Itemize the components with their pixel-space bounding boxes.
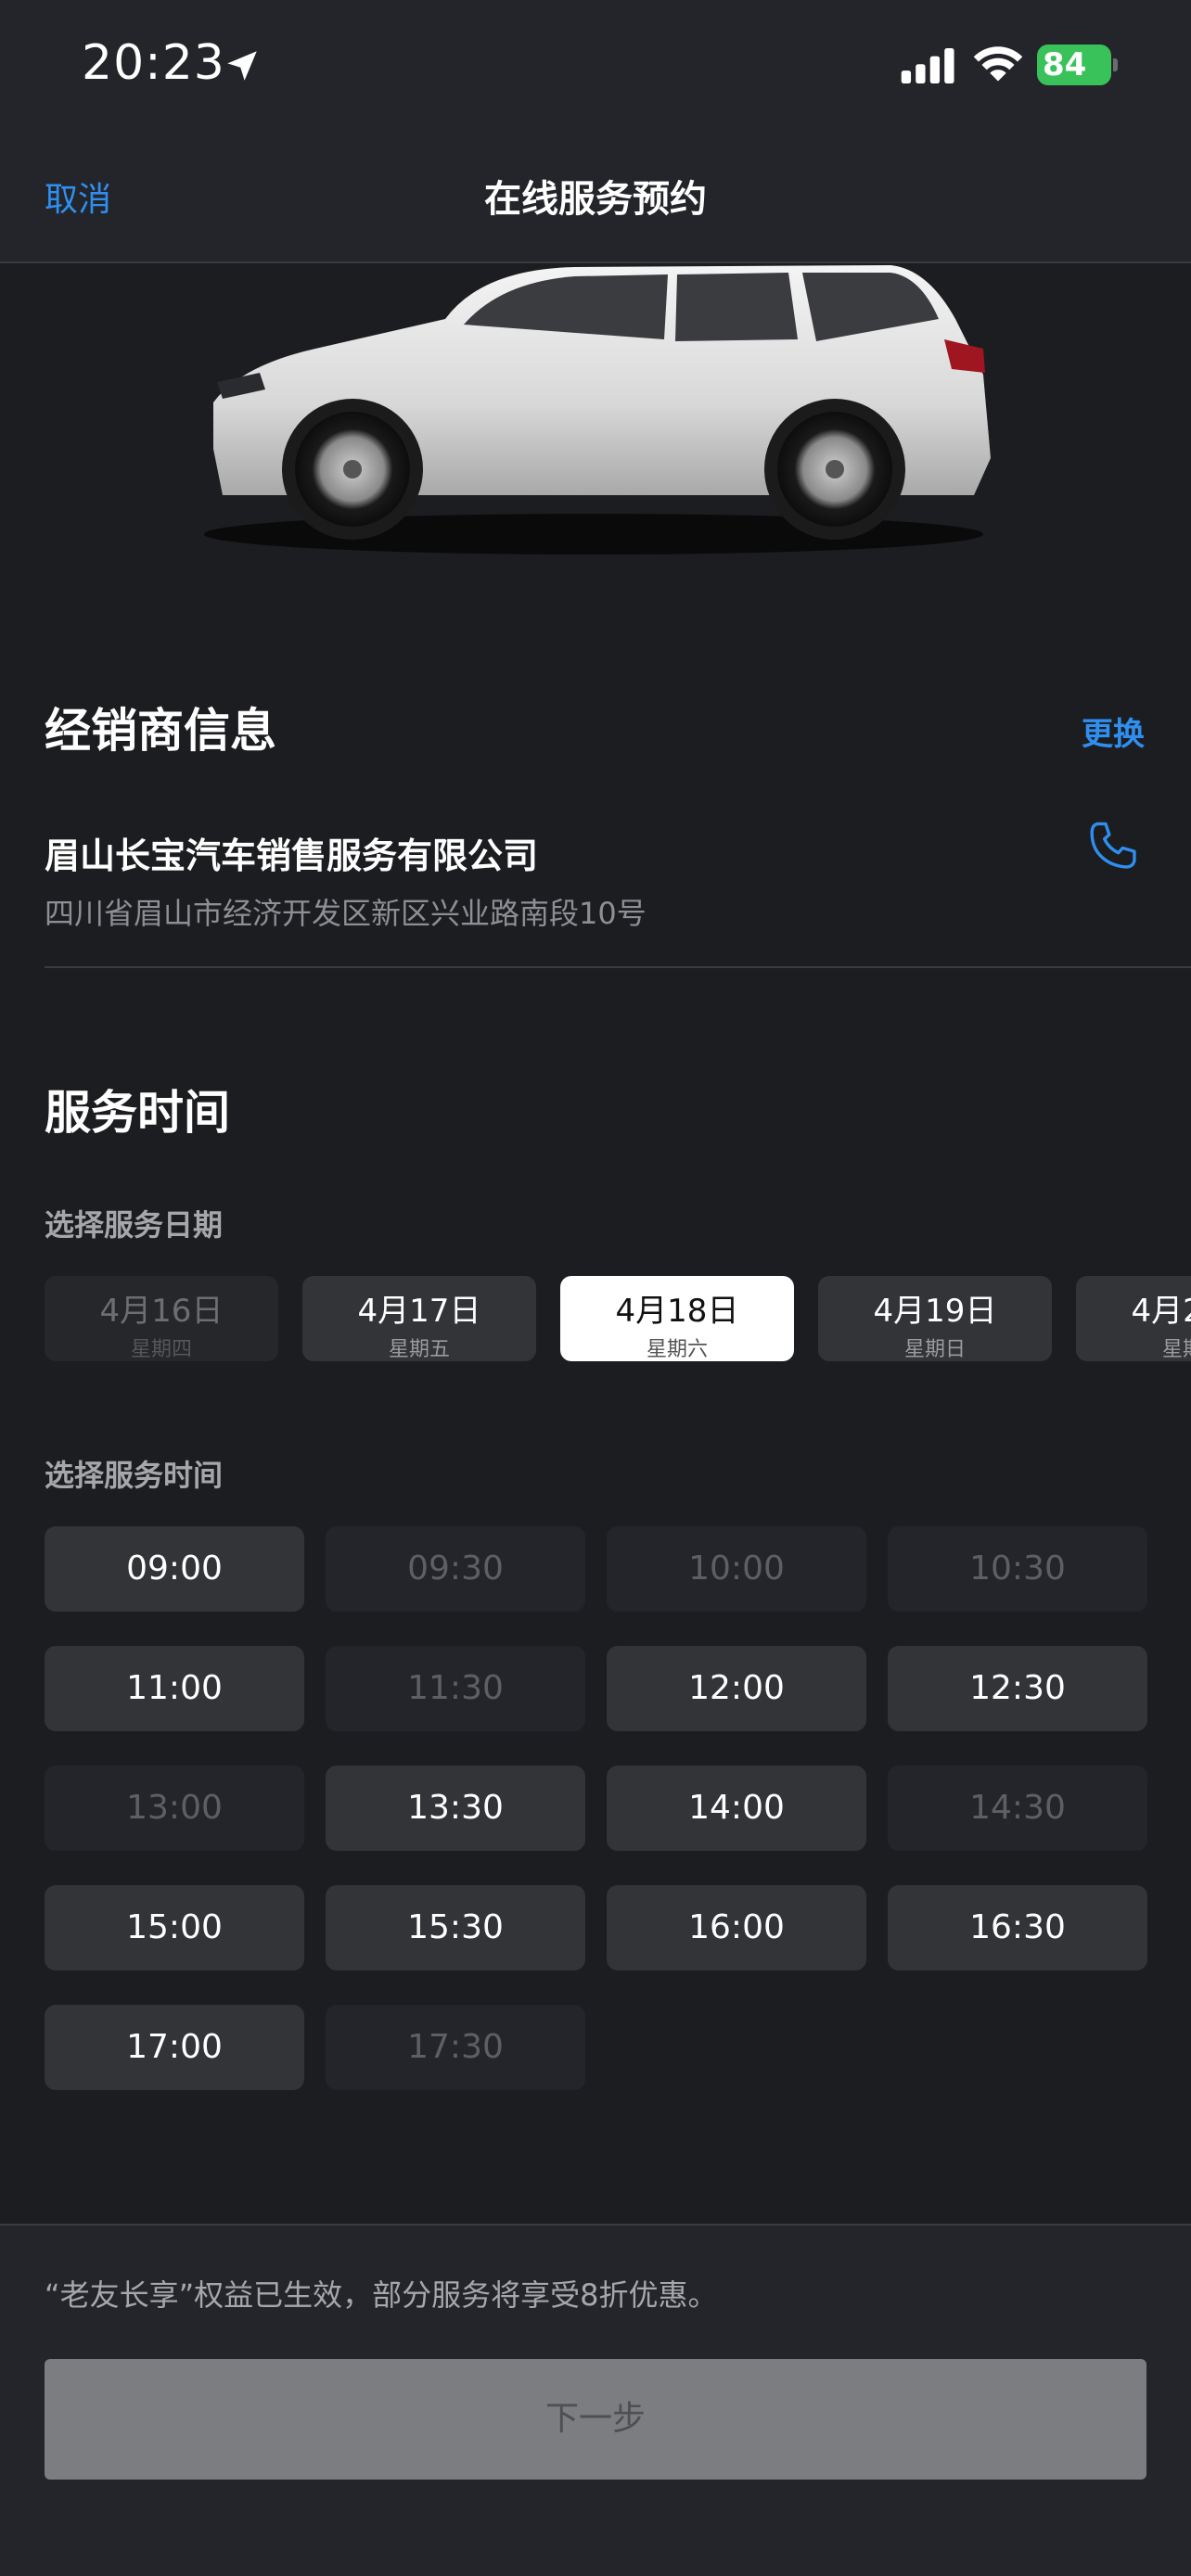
service-section-title: 服务时间 [45, 1086, 230, 1140]
date-chip-date: 4月20日 [1131, 1293, 1191, 1330]
time-slot: 13:00 [45, 1766, 304, 1851]
time-label: 选择服务时间 [45, 1458, 224, 1493]
date-chip-weekday: 星期四 [130, 1338, 192, 1361]
date-chip-weekday: 星期一 [1161, 1338, 1191, 1361]
status-time: 20:23 [82, 35, 225, 91]
date-chip-date: 4月16日 [99, 1293, 224, 1330]
date-chip-date: 4月18日 [615, 1293, 739, 1330]
time-slot: 17:30 [326, 2005, 585, 2090]
home-indicator [473, 2550, 718, 2559]
time-slot[interactable]: 11:00 [45, 1646, 304, 1731]
page-title: 在线服务预约 [484, 178, 707, 221]
date-chip[interactable]: 4月20日星期一 [1076, 1276, 1191, 1361]
time-slot[interactable]: 16:30 [888, 1885, 1147, 1970]
date-chip-date: 4月17日 [357, 1293, 481, 1330]
time-slot: 14:30 [888, 1766, 1147, 1851]
time-slot[interactable]: 12:00 [607, 1646, 866, 1731]
date-chip[interactable]: 4月17日星期五 [302, 1276, 536, 1361]
date-chip-weekday: 星期日 [903, 1338, 966, 1361]
time-slot: 10:00 [607, 1526, 866, 1612]
date-chip-weekday: 星期六 [646, 1338, 708, 1361]
time-slot: 09:30 [326, 1526, 585, 1612]
wifi-icon [973, 46, 1023, 82]
phone-icon[interactable] [1085, 818, 1143, 875]
time-slot[interactable]: 15:00 [45, 1885, 304, 1970]
next-step-button[interactable]: 下一步 [45, 2359, 1146, 2480]
date-chip-date: 4月19日 [873, 1293, 997, 1330]
dealer-section-title: 经销商信息 [45, 704, 276, 758]
promo-text: “老友长享”权益已生效，部分服务将享受8折优惠。 [45, 2277, 718, 2313]
time-slot[interactable]: 09:00 [45, 1526, 304, 1612]
status-bar: 20:23 84 [0, 0, 1191, 139]
cellular-signal-icon [901, 48, 954, 83]
battery-icon: 84 [1037, 45, 1118, 85]
divider [45, 966, 1191, 968]
time-slot: 11:30 [326, 1646, 585, 1731]
time-slot[interactable]: 12:30 [888, 1646, 1147, 1731]
date-chip[interactable]: 4月18日星期六 [560, 1276, 794, 1361]
change-dealer-link[interactable]: 更换 [1082, 708, 1145, 754]
time-slot[interactable]: 17:00 [45, 2005, 304, 2090]
date-picker: 4月16日星期四 4月17日星期五 4月18日星期六 4月19日星期日 4月20日星期一 [45, 1276, 1191, 1361]
date-chip-weekday: 星期五 [388, 1338, 450, 1361]
footer: “老友长享”权益已生效，部分服务将享受8折优惠。 下一步 [0, 2224, 1191, 2576]
time-slot[interactable]: 14:00 [607, 1766, 866, 1851]
battery-level: 84 [1043, 46, 1087, 83]
time-slot: 10:30 [888, 1526, 1147, 1612]
car-image [204, 265, 991, 555]
dealer-name: 眉山长宝汽车销售服务有限公司 [45, 835, 539, 876]
date-chip[interactable]: 4月19日星期日 [818, 1276, 1052, 1361]
location-arrow-icon [227, 51, 257, 81]
time-slot[interactable]: 13:30 [326, 1766, 585, 1851]
date-chip: 4月16日星期四 [45, 1276, 278, 1361]
date-label: 选择服务日期 [45, 1207, 224, 1243]
dealer-address: 四川省眉山市经济开发区新区兴业路南段10号 [45, 896, 647, 931]
nav-bar: 取消 在线服务预约 [0, 139, 1191, 263]
time-slot[interactable]: 16:00 [607, 1885, 866, 1970]
time-slot[interactable]: 15:30 [326, 1885, 585, 1970]
